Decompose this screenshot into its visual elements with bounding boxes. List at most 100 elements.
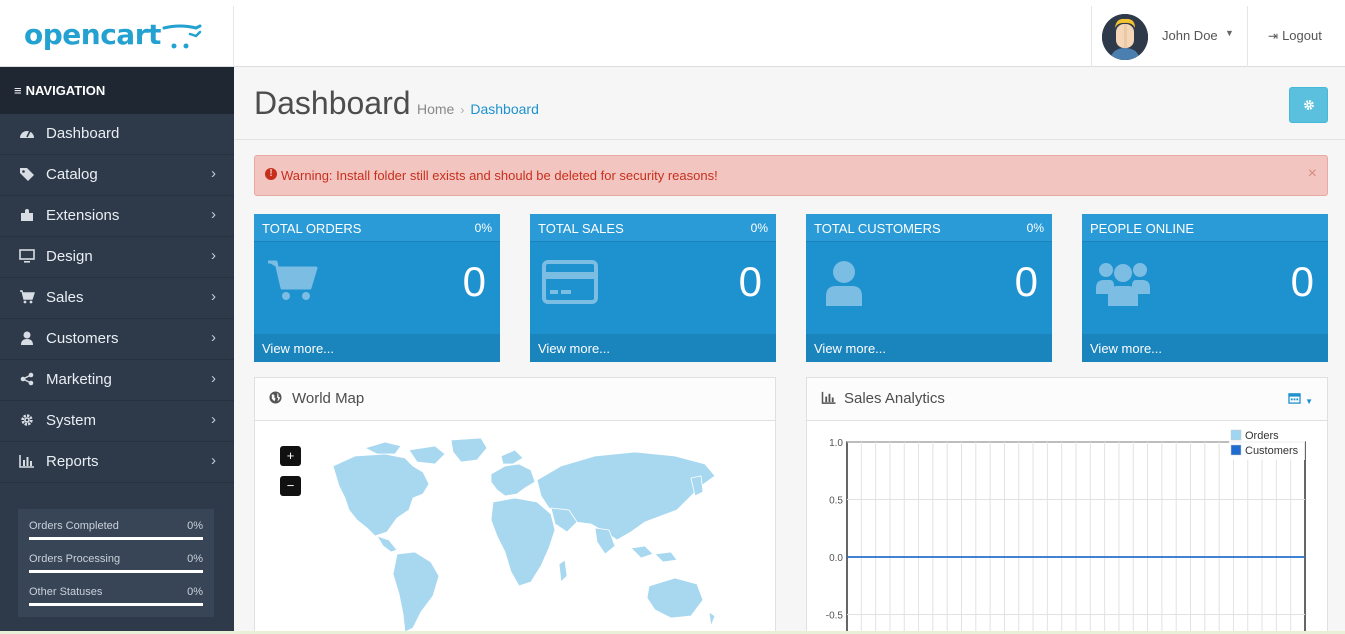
view-more-label: View more... bbox=[262, 341, 335, 356]
sidebar-item-extensions[interactable]: Extensions › bbox=[0, 196, 234, 237]
calendar-icon bbox=[1288, 393, 1302, 404]
legend-label: Customers bbox=[1245, 445, 1299, 457]
globe-icon bbox=[269, 391, 282, 407]
sidebar: ≡ NAVIGATION Dashboard Catalog › Extensio… bbox=[0, 67, 234, 634]
tile-title: TOTAL ORDERS bbox=[262, 221, 362, 236]
share-icon bbox=[18, 372, 36, 388]
page-header: Dashboard Home › Dashboard bbox=[234, 67, 1345, 140]
alert-text: Warning: Install folder still exists and… bbox=[281, 168, 718, 183]
order-status-progress: Orders Completed 0% Orders Processing 0%… bbox=[18, 509, 214, 617]
tile-value: 0 bbox=[1014, 258, 1038, 305]
tile-total-orders: TOTAL ORDERS 0% 0 View more... bbox=[254, 214, 500, 362]
credit-card-icon bbox=[542, 260, 598, 304]
world-map-panel: World Map + − bbox=[254, 377, 776, 634]
progress-label: Other Statuses bbox=[29, 586, 103, 598]
sidebar-item-customers[interactable]: Customers › bbox=[0, 319, 234, 360]
gear-icon bbox=[1303, 100, 1314, 110]
chevron-right-icon: › bbox=[211, 288, 216, 305]
tile-title: TOTAL CUSTOMERS bbox=[814, 221, 941, 236]
sidebar-item-marketing[interactable]: Marketing › bbox=[0, 360, 234, 401]
chevron-right-icon: › bbox=[211, 452, 216, 469]
sidebar-item-system[interactable]: System › bbox=[0, 401, 234, 442]
progress-other-statuses: Other Statuses 0% bbox=[29, 583, 203, 616]
users-icon bbox=[1096, 263, 1150, 306]
legend-label: Orders bbox=[1245, 430, 1279, 442]
y-tick-label: 1.0 bbox=[829, 438, 843, 449]
logout-link[interactable]: ⇥ Logout bbox=[1268, 28, 1322, 43]
view-more-link[interactable]: View more... bbox=[1082, 334, 1328, 362]
warning-alert: ! Warning: Install folder still exists a… bbox=[254, 155, 1328, 196]
username[interactable]: John Doe bbox=[1162, 28, 1218, 43]
sidebar-item-label: Design bbox=[46, 248, 93, 265]
sidebar-item-label: Customers bbox=[46, 330, 119, 347]
tags-icon bbox=[18, 167, 36, 183]
sidebar-item-design[interactable]: Design › bbox=[0, 237, 234, 278]
legend-swatch bbox=[1230, 429, 1242, 441]
caret-down-icon: ▼ bbox=[1305, 397, 1313, 406]
puzzle-icon bbox=[18, 208, 36, 224]
bar-chart-icon bbox=[821, 391, 837, 407]
cart-icon bbox=[18, 290, 36, 306]
sidebar-item-catalog[interactable]: Catalog › bbox=[0, 155, 234, 196]
breadcrumb-separator-icon: › bbox=[460, 103, 465, 117]
bar-chart-icon bbox=[18, 454, 36, 470]
main-content: Dashboard Home › Dashboard ! Warning: Inst… bbox=[234, 67, 1345, 634]
sidebar-item-sales[interactable]: Sales › bbox=[0, 278, 234, 319]
progress-value: 0% bbox=[187, 553, 203, 565]
sidebar-item-dashboard[interactable]: Dashboard bbox=[0, 114, 234, 155]
logo-cart-icon bbox=[162, 24, 202, 49]
monitor-icon bbox=[18, 249, 36, 265]
tile-title: TOTAL SALES bbox=[538, 221, 624, 236]
progress-bar bbox=[29, 603, 203, 606]
logo-area[interactable]: opencart bbox=[0, 6, 234, 67]
progress-bar bbox=[29, 537, 203, 540]
alert-close-button[interactable]: × bbox=[1308, 165, 1317, 183]
tile-percent: 0% bbox=[1026, 221, 1044, 235]
view-more-link[interactable]: View more... bbox=[530, 334, 776, 362]
chevron-right-icon: › bbox=[211, 329, 216, 346]
bars-icon: ≡ bbox=[14, 83, 22, 98]
dashboard-settings-button[interactable] bbox=[1289, 87, 1328, 123]
view-more-label: View more... bbox=[538, 341, 611, 356]
sign-out-icon: ⇥ bbox=[1268, 29, 1279, 43]
view-more-label: View more... bbox=[814, 341, 887, 356]
sidebar-item-reports[interactable]: Reports › bbox=[0, 442, 234, 483]
view-more-link[interactable]: View more... bbox=[806, 334, 1052, 362]
sidebar-item-label: Sales bbox=[46, 289, 84, 306]
gear-icon bbox=[18, 413, 36, 429]
sales-analytics-chart: 1.0 0.5 0.0 -0.5 Orders Customers bbox=[826, 428, 1306, 634]
logo[interactable]: opencart bbox=[24, 18, 161, 51]
tile-percent: 0% bbox=[750, 221, 768, 235]
progress-orders-processing: Orders Processing 0% bbox=[29, 550, 203, 583]
user-menu[interactable]: John Doe ▼ bbox=[1091, 6, 1248, 67]
sidebar-item-label: Catalog bbox=[46, 166, 98, 183]
map-zoom-out-button[interactable]: − bbox=[280, 476, 301, 496]
caret-down-icon[interactable]: ▼ bbox=[1225, 28, 1234, 38]
progress-value: 0% bbox=[187, 520, 203, 532]
tile-total-customers: TOTAL CUSTOMERS 0% 0 View more... bbox=[806, 214, 1052, 362]
view-more-link[interactable]: View more... bbox=[254, 334, 500, 362]
page-title: Dashboard bbox=[254, 85, 411, 121]
y-tick-label: 0.5 bbox=[829, 496, 843, 507]
user-icon bbox=[826, 261, 862, 306]
breadcrumb-home-link[interactable]: Home bbox=[417, 101, 454, 117]
map-zoom-in-button[interactable]: + bbox=[280, 446, 301, 466]
tile-value: 0 bbox=[462, 258, 486, 305]
sidebar-item-label: System bbox=[46, 412, 97, 429]
sales-analytics-title: Sales Analytics bbox=[844, 390, 945, 407]
tile-percent: 0% bbox=[474, 221, 492, 235]
navigation-title: NAVIGATION bbox=[25, 83, 106, 98]
user-icon bbox=[18, 331, 36, 347]
world-map[interactable] bbox=[305, 436, 725, 634]
navigation-toggle[interactable]: ≡ NAVIGATION bbox=[0, 67, 234, 114]
breadcrumb-current-link[interactable]: Dashboard bbox=[470, 101, 539, 117]
legend-swatch bbox=[1230, 444, 1242, 456]
avatar[interactable] bbox=[1102, 14, 1148, 60]
chevron-right-icon: › bbox=[211, 247, 216, 264]
exclamation-circle-icon: ! bbox=[265, 168, 277, 180]
progress-label: Orders Completed bbox=[29, 520, 119, 532]
sidebar-item-label: Marketing bbox=[46, 371, 112, 388]
y-tick-label: 0.0 bbox=[829, 553, 843, 564]
sidebar-item-label: Reports bbox=[46, 453, 99, 470]
calendar-range-button[interactable]: ▼ bbox=[1288, 392, 1313, 407]
